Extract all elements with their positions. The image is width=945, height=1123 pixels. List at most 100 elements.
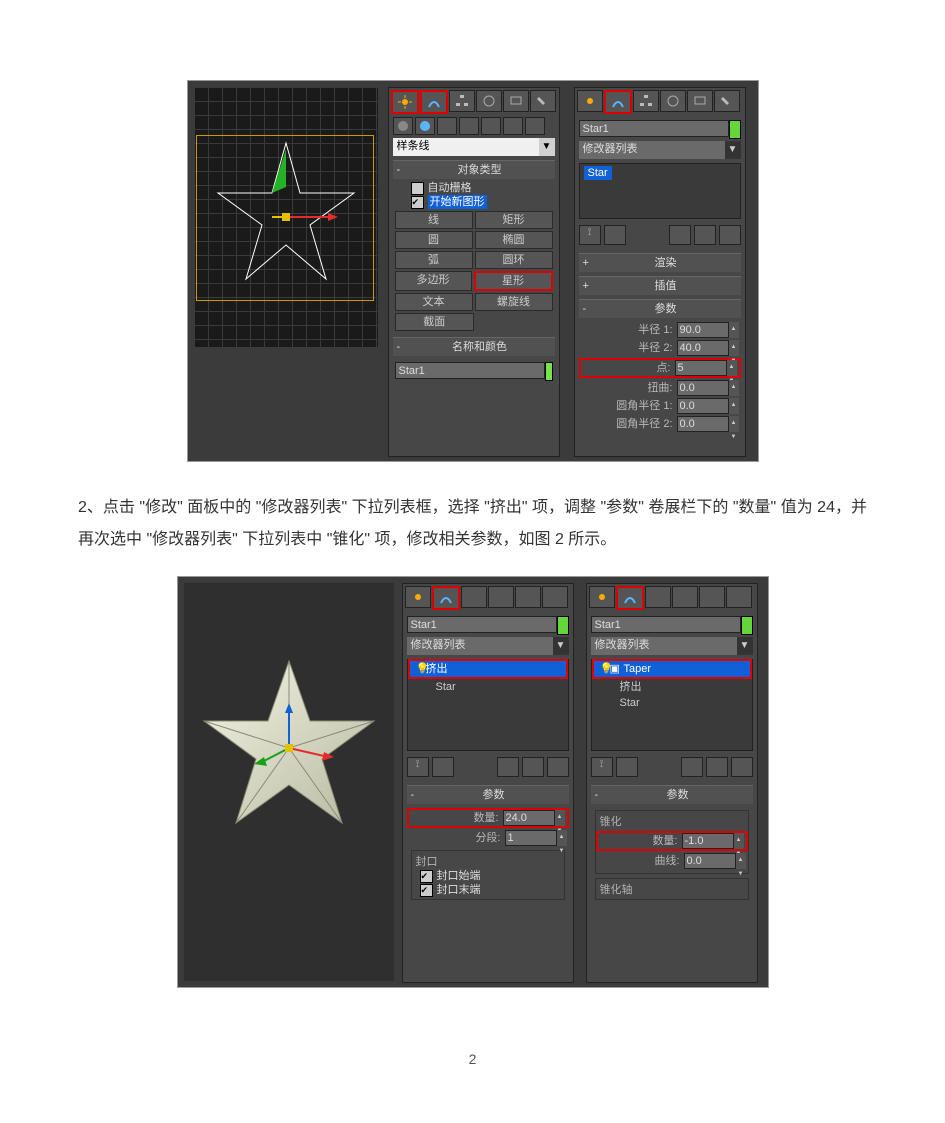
modify-tab[interactable]	[604, 90, 632, 114]
rollup-interp-title[interactable]: 插值	[595, 279, 737, 293]
rollup-params-title[interactable]: 参数	[595, 302, 737, 316]
color-swatch[interactable]	[545, 362, 553, 381]
shapes-category[interactable]	[415, 117, 435, 135]
display-tab[interactable]	[687, 90, 713, 112]
rollup-render-title[interactable]: 渲染	[595, 256, 737, 270]
pin-stack-button[interactable]	[579, 225, 601, 245]
object-name-input[interactable]	[591, 616, 741, 633]
ngon-button[interactable]: 多边形	[395, 271, 472, 291]
distort-spinner[interactable]: 0.0▲▼	[677, 380, 739, 396]
section-button[interactable]: 截面	[395, 313, 474, 331]
hierarchy-tab[interactable]	[633, 90, 659, 112]
object-name-input[interactable]	[395, 362, 545, 379]
helix-button[interactable]: 螺旋线	[475, 293, 553, 311]
helpers-category[interactable]	[481, 117, 501, 135]
radius1-spinner[interactable]: 90.0▲▼	[677, 322, 739, 338]
display-tab[interactable]	[515, 586, 541, 608]
object-name-input[interactable]	[579, 120, 729, 137]
stack-item-star[interactable]: Star	[592, 695, 752, 711]
pin-stack-button[interactable]	[591, 757, 613, 777]
modify-tab[interactable]	[432, 586, 460, 610]
rectangle-button[interactable]: 矩形	[475, 211, 553, 229]
color-swatch[interactable]	[741, 616, 753, 635]
modifier-list-dropdown[interactable]: 修改器列表 ▼	[579, 141, 741, 159]
remove-modifier-button[interactable]	[694, 225, 716, 245]
pin-stack-button[interactable]	[407, 757, 429, 777]
lights-category[interactable]	[437, 117, 457, 135]
stack-item-extrude[interactable]: 💡挤出	[408, 659, 568, 679]
segments-spinner[interactable]: 1▲▼	[505, 830, 567, 846]
cap-end-checkbox[interactable]	[420, 884, 433, 897]
modifier-list-dropdown[interactable]: 修改器列表 ▼	[407, 637, 569, 655]
motion-tab[interactable]	[476, 90, 502, 112]
create-tab[interactable]	[391, 90, 419, 114]
configure-sets-button[interactable]	[719, 225, 741, 245]
modify-tab[interactable]	[420, 90, 448, 114]
systems-category[interactable]	[525, 117, 545, 135]
display-icon	[693, 94, 707, 108]
amount-spinner[interactable]: 24.0▲▼	[503, 810, 565, 826]
stack-item-star[interactable]: Star	[584, 166, 612, 180]
points-label: 点:	[583, 361, 675, 375]
create-tab[interactable]	[405, 586, 431, 608]
modifier-stack[interactable]: 💡挤出 Star	[407, 659, 569, 751]
amount-label: 数量:	[411, 811, 503, 825]
line-button[interactable]: 线	[395, 211, 473, 229]
hierarchy-tab[interactable]	[449, 90, 475, 112]
hierarchy-tab[interactable]	[461, 586, 487, 608]
shapes-icon	[419, 120, 431, 132]
donut-button[interactable]: 圆环	[475, 251, 553, 269]
begin-new-shape-checkbox[interactable]	[411, 196, 424, 209]
autogrid-checkbox[interactable]	[411, 182, 424, 195]
text-button[interactable]: 文本	[395, 293, 473, 311]
modifier-stack[interactable]: 💡▣Taper 挤出 Star	[591, 659, 753, 751]
taper-amount-spinner[interactable]: -1.0▲▼	[682, 833, 744, 849]
circle-button[interactable]: 圆	[395, 231, 473, 249]
cameras-category[interactable]	[459, 117, 479, 135]
fillet2-spinner[interactable]: 0.0▲▼	[677, 416, 739, 432]
rollup-params-title[interactable]: 参数	[423, 788, 565, 802]
spacewarps-category[interactable]	[503, 117, 523, 135]
arc-icon	[623, 591, 637, 605]
taper-curve-spinner[interactable]: 0.0▲▼	[684, 853, 746, 869]
taper-group-title: 锥化	[598, 815, 624, 829]
object-name-input[interactable]	[407, 616, 557, 633]
color-swatch[interactable]	[557, 616, 569, 635]
modifier-stack[interactable]: Star	[579, 163, 741, 219]
modifier-list-dropdown[interactable]: 修改器列表 ▼	[591, 637, 753, 655]
create-tab[interactable]	[577, 90, 603, 112]
ellipse-button[interactable]: 椭圆	[475, 231, 553, 249]
fillet1-label: 圆角半径 1:	[581, 399, 677, 413]
shape-subtype-dropdown[interactable]: 样条线 ▼	[393, 138, 555, 156]
stack-item-taper[interactable]: 💡▣Taper	[592, 659, 752, 679]
utilities-tab[interactable]	[542, 586, 568, 608]
utilities-tab[interactable]	[726, 586, 752, 608]
geometry-category[interactable]	[393, 117, 413, 135]
utilities-tab[interactable]	[714, 90, 740, 112]
points-spinner[interactable]: 5▲▼	[675, 360, 737, 376]
cap-start-checkbox[interactable]	[420, 870, 433, 883]
display-tab[interactable]	[503, 90, 529, 112]
stack-item-extrude[interactable]: 挤出	[592, 679, 752, 695]
rollup-params-title[interactable]: 参数	[607, 788, 749, 802]
radius2-spinner[interactable]: 40.0▲▼	[677, 340, 739, 356]
motion-tab[interactable]	[488, 586, 514, 608]
motion-tab[interactable]	[660, 90, 686, 112]
star-button[interactable]: 星形	[474, 271, 553, 291]
arc-button[interactable]: 弧	[395, 251, 473, 269]
show-end-result-button[interactable]	[604, 225, 626, 245]
hierarchy-tab[interactable]	[645, 586, 671, 608]
modify-tab[interactable]	[616, 586, 644, 610]
make-unique-button[interactable]	[669, 225, 691, 245]
motion-tab[interactable]	[672, 586, 698, 608]
stack-item-star[interactable]: Star	[408, 679, 568, 695]
create-tab[interactable]	[589, 586, 615, 608]
display-tab[interactable]	[699, 586, 725, 608]
color-swatch[interactable]	[729, 120, 741, 139]
shape-subtype-value: 样条线	[393, 138, 539, 156]
radius1-label: 半径 1:	[581, 323, 677, 337]
utilities-tab[interactable]	[530, 90, 556, 112]
display-icon	[509, 94, 523, 108]
fillet1-spinner[interactable]: 0.0▲▼	[677, 398, 739, 414]
viewport-3d-star	[184, 583, 394, 981]
